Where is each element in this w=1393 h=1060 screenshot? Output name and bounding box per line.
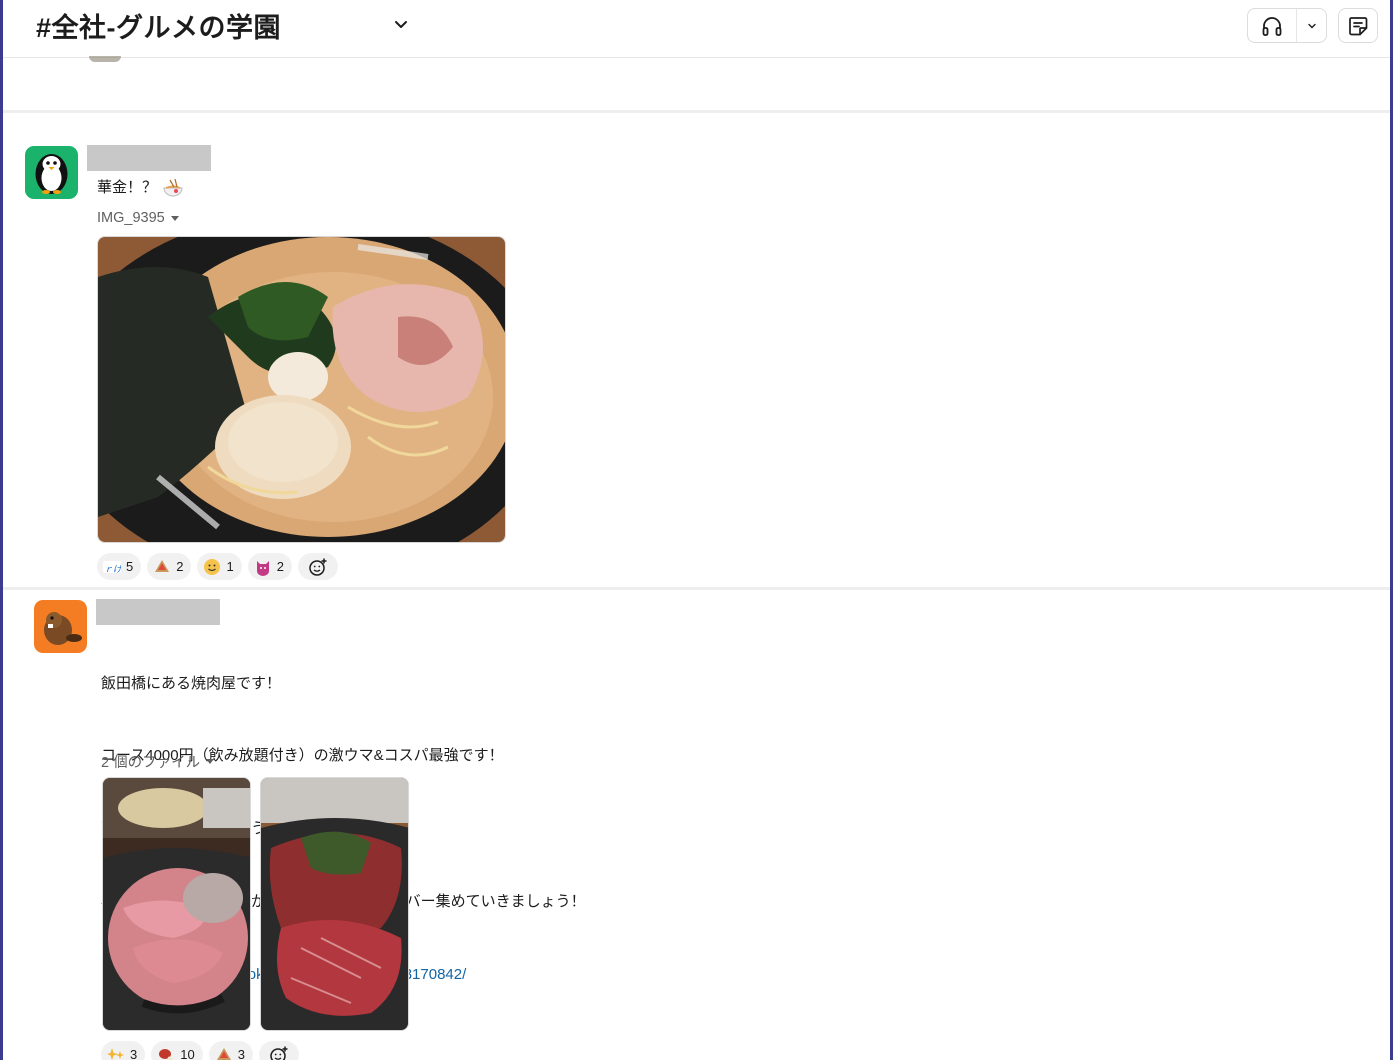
reaction-pill[interactable]: 2 [147,553,192,580]
message-text: 華金！？ [97,176,185,200]
avatar[interactable] [25,146,78,199]
ramen-image [98,237,505,542]
reaction-bar: ｒげ｣ 5 2 1 2 [97,553,338,580]
reaction-pill[interactable]: 10 [151,1041,203,1060]
sender-name-redacted [96,599,220,625]
sender-name-redacted [87,145,211,171]
huddle-control [1247,8,1327,43]
reaction-pill[interactable]: 3 [101,1041,146,1060]
meat-emoji-icon [159,1048,174,1060]
file-name: IMG_9395 [97,210,165,226]
huddle-button[interactable] [1248,9,1298,42]
ramen-emoji-icon [163,178,183,197]
onigiri-emoji-icon [216,1047,231,1060]
reaction-pill[interactable]: 2 [247,553,292,580]
smile-face-emoji-icon [204,558,221,575]
penguin-icon [35,154,68,194]
yakiniku-image [261,778,408,1030]
channel-title[interactable]: #全社-グルメの学園 [36,6,281,45]
divider [3,587,1390,590]
reaction-pill[interactable]: ｒげ｣ 5 [97,553,142,580]
channel-header: #全社-グルメの学園 [3,0,1390,58]
beaver-icon [44,612,82,645]
add-emoji-icon [309,558,327,576]
file-count: 2 個のファイル [101,755,201,771]
reaction-count: 2 [276,559,284,574]
headphones-icon [1262,16,1282,36]
reaction-count: 1 [226,559,234,574]
reaction-count: 10 [180,1047,195,1060]
canvas-button[interactable] [1338,8,1378,43]
reaction-pill[interactable]: 3 [208,1041,253,1060]
divider [3,110,1390,113]
message-line: 飯田橋にある焼肉屋です！ [101,674,282,692]
reaction-count: 3 [237,1047,245,1060]
yay-emoji-icon: ｒげ｣ [103,560,121,575]
caret-down-icon [206,759,215,764]
caret-down-icon [170,215,179,221]
reaction-count: 5 [126,559,134,574]
file-label[interactable]: 2 個のファイル [101,751,215,772]
avatar[interactable] [34,600,87,653]
reaction-count: 2 [176,559,184,574]
add-reaction-button[interactable] [258,1041,299,1060]
ramen-photo[interactable] [97,236,506,543]
svg-text:ｒげ｣: ｒげ｣ [104,564,121,575]
add-reaction-button[interactable] [297,553,338,580]
message-line: 華金！？ [97,179,158,196]
app-window: #全社-グルメの学園 華金！？ IMG_9395 ｒ 5 2 1 2 飯田橋にあ… [0,0,1393,1060]
yakiniku-image [103,778,250,1030]
reaction-count: 3 [130,1047,138,1060]
reaction-pill[interactable]: 1 [197,553,242,580]
yakiniku-photo-2[interactable] [260,777,409,1031]
onigiri-emoji-icon [155,559,170,572]
add-emoji-icon [270,1046,288,1060]
cat-face-emoji-icon [256,560,269,576]
canvas-icon [1349,16,1368,35]
previous-message-image [89,56,121,62]
yakiniku-photo-1[interactable] [102,777,251,1031]
reaction-bar: 3 10 3 [101,1041,299,1060]
huddle-menu-button[interactable] [1297,9,1326,42]
file-label[interactable]: IMG_9395 [97,210,179,226]
chevron-down-icon [1307,23,1316,28]
sparkles-emoji-icon [107,1047,124,1060]
chevron-down-icon[interactable] [391,14,411,34]
